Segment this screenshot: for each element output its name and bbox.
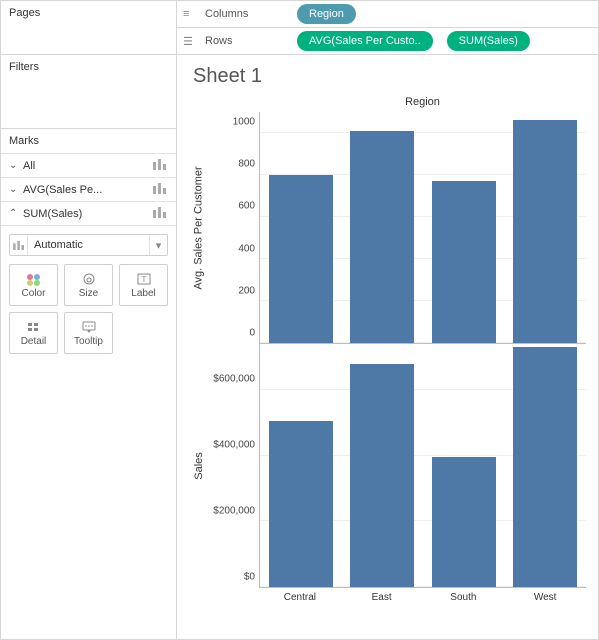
marks-row-all[interactable]: ⌄ All — [1, 153, 176, 177]
left-panel: Pages Filters Marks ⌄ All ⌄ AVG(Sales Pe… — [1, 1, 177, 639]
x-tick: South — [423, 588, 505, 603]
marks-row-avg[interactable]: ⌄ AVG(Sales Pe... — [1, 177, 176, 201]
bar[interactable] — [432, 457, 496, 587]
marks-row-sum[interactable]: ⌃ SUM(Sales) — [1, 201, 176, 225]
mark-encoding-grid: Color Size T Label Detail — [9, 264, 168, 354]
bar-type-icon — [10, 235, 28, 255]
rows-shelf[interactable]: ☰ Rows AVG(Sales Per Custo.. SUM(Sales) — [177, 28, 598, 55]
y-tick: 400 — [238, 243, 255, 254]
size-button[interactable]: Size — [64, 264, 113, 306]
detail-icon — [25, 320, 43, 334]
rows-icon: ☰ — [183, 35, 197, 48]
bar[interactable] — [513, 120, 577, 343]
tooltip-label: Tooltip — [74, 336, 103, 347]
x-tick: Central — [259, 588, 341, 603]
svg-text:T: T — [141, 275, 146, 284]
marks-row-label: SUM(Sales) — [19, 208, 152, 220]
bar[interactable] — [513, 347, 577, 587]
x-tick: West — [504, 588, 586, 603]
y-tick: 1000 — [233, 117, 255, 128]
label-label: Label — [131, 288, 155, 299]
rows-shelf-label: Rows — [205, 35, 289, 47]
mark-type-dropdown[interactable]: Automatic ▾ — [9, 234, 168, 256]
pill-avg-sales-per-customer[interactable]: AVG(Sales Per Custo.. — [297, 31, 433, 51]
label-button[interactable]: T Label — [119, 264, 168, 306]
columns-shelf-label: Columns — [205, 8, 289, 20]
filters-card[interactable]: Filters — [1, 55, 176, 129]
size-icon — [80, 272, 98, 286]
columns-shelf[interactable]: ≡ Columns Region — [177, 1, 598, 28]
header-region: Region — [259, 96, 586, 108]
chart-sales: Sales $0 $200,000 $400,000 $600,000 — [191, 344, 586, 588]
marks-row-label: All — [19, 160, 152, 172]
color-button[interactable]: Color — [9, 264, 58, 306]
y-tick: $200,000 — [213, 506, 255, 517]
pill-sum-sales[interactable]: SUM(Sales) — [447, 31, 530, 51]
bar[interactable] — [350, 364, 414, 587]
x-tick: East — [341, 588, 423, 603]
bar-type-icon — [152, 182, 168, 197]
pages-title: Pages — [9, 7, 168, 19]
y-tick: $0 — [244, 572, 255, 583]
charts-column: Avg. Sales Per Customer 0 200 400 600 800 100… — [191, 112, 586, 603]
bar[interactable] — [350, 131, 414, 343]
columns-icon: ≡ — [183, 8, 197, 20]
y-axis-label-1: Avg. Sales Per Customer — [191, 112, 207, 344]
app-root: Pages Filters Marks ⌄ All ⌄ AVG(Sales Pe… — [0, 0, 599, 640]
chevron-down-icon: ⌄ — [9, 160, 19, 171]
filters-title: Filters — [9, 61, 168, 73]
sheet-title[interactable]: Sheet 1 — [193, 65, 586, 88]
viz-area: Sheet 1 Region Avg. Sales Per Customer 0… — [177, 55, 598, 639]
y-tick: $600,000 — [213, 374, 255, 385]
mark-type-label: Automatic — [28, 239, 149, 251]
tooltip-button[interactable]: Tooltip — [64, 312, 113, 354]
color-label: Color — [22, 288, 46, 299]
y-ticks-2: $0 $200,000 $400,000 $600,000 — [207, 344, 259, 588]
detail-button[interactable]: Detail — [9, 312, 58, 354]
y-tick: 600 — [238, 201, 255, 212]
bar[interactable] — [269, 421, 333, 587]
marks-card: Marks ⌄ All ⌄ AVG(Sales Pe... ⌃ SUM(Sale… — [1, 129, 176, 362]
pill-region[interactable]: Region — [297, 4, 356, 24]
right-panel: ≡ Columns Region ☰ Rows AVG(Sales Per Cu… — [177, 1, 598, 639]
plot-area-2[interactable] — [259, 344, 586, 588]
tooltip-icon — [80, 320, 98, 334]
marks-title: Marks — [1, 129, 176, 153]
bar-type-icon — [152, 158, 168, 173]
bar[interactable] — [432, 181, 496, 343]
pages-card[interactable]: Pages — [1, 1, 176, 55]
marks-body: Automatic ▾ Color Size T Label — [1, 225, 176, 362]
plot-area-1[interactable] — [259, 112, 586, 344]
label-icon: T — [135, 272, 153, 286]
y-ticks-1: 0 200 400 600 800 1000 — [207, 112, 259, 344]
x-axis: CentralEastSouthWest — [259, 588, 586, 603]
bar[interactable] — [269, 175, 333, 343]
y-axis-label-2: Sales — [191, 344, 207, 588]
dropdown-caret-icon: ▾ — [149, 235, 167, 255]
marks-row-label: AVG(Sales Pe... — [19, 184, 152, 196]
color-icon — [25, 272, 43, 286]
y-tick: 800 — [238, 159, 255, 170]
chart-avg-sales-per-customer: Avg. Sales Per Customer 0 200 400 600 800 100… — [191, 112, 586, 344]
y-tick: 200 — [238, 285, 255, 296]
chevron-up-icon: ⌃ — [9, 208, 19, 219]
y-tick: $400,000 — [213, 440, 255, 451]
size-label: Size — [79, 288, 98, 299]
detail-label: Detail — [21, 336, 47, 347]
bar-type-icon — [152, 206, 168, 221]
y-tick: 0 — [249, 328, 255, 339]
chevron-down-icon: ⌄ — [9, 184, 19, 195]
